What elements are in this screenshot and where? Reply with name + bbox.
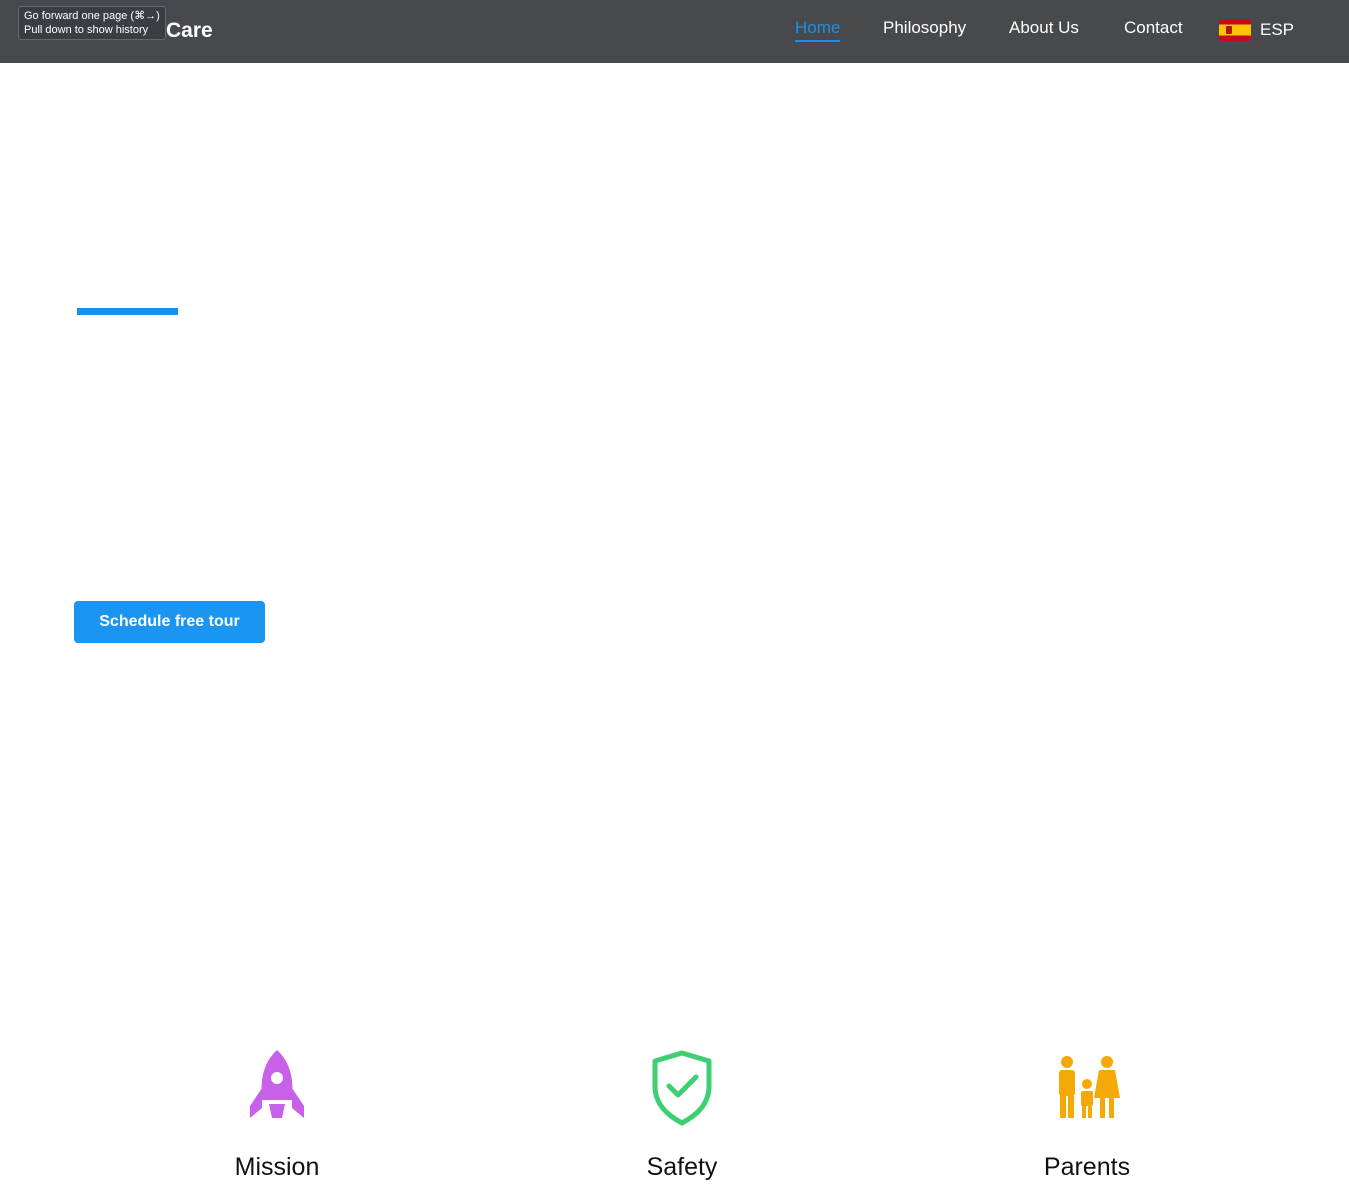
nav-link-contact[interactable]: Contact — [1124, 18, 1183, 38]
hero-title-line1: A Safe Haven for — [74, 317, 601, 393]
history-tooltip-line1: Go forward one page (⌘→) — [24, 10, 160, 22]
history-tooltip: Go forward one page (⌘→) Pull down to sh… — [18, 6, 166, 40]
hero-photo-toy — [680, 590, 980, 870]
language-label: ESP — [1260, 20, 1295, 39]
hero-photo-child-right — [960, 150, 1320, 850]
history-tooltip-line2: Pull down to show history — [24, 24, 149, 36]
rocket-icon — [250, 1050, 304, 1118]
brand-logo[interactable]: Care — [166, 19, 213, 43]
feature-safety: Safety — [572, 1048, 792, 1182]
features-section: Mission Safety Parents — [0, 963, 1349, 1188]
feature-label-safety: Safety — [646, 1153, 718, 1181]
feature-label-mission: Mission — [234, 1153, 320, 1181]
hero-title-line2: Growing Minds — [74, 387, 553, 463]
hero-photo-child-left — [640, 200, 960, 720]
feature-parents: Parents — [977, 1048, 1197, 1182]
hero-section — [0, 0, 1349, 963]
hero-photo-background — [0, 70, 640, 330]
shield-check-icon — [652, 1050, 712, 1126]
title-accent-bar — [77, 308, 178, 315]
spain-flag-icon — [1219, 19, 1251, 41]
feature-label-parents: Parents — [1043, 1153, 1131, 1181]
family-icon — [1059, 1056, 1120, 1118]
hero-photo-rug — [0, 640, 1349, 963]
top-navbar: Care Home Philosophy About Us Contact ES… — [0, 0, 1349, 63]
schedule-tour-button[interactable]: Schedule free tour — [74, 601, 265, 643]
nav-link-about-us[interactable]: About Us — [1009, 18, 1079, 38]
nav-link-home[interactable]: Home — [795, 18, 841, 42]
feature-mission: Mission — [167, 1048, 387, 1182]
nav-link-philosophy[interactable]: Philosophy — [883, 18, 966, 38]
hero-subtitle: Our child-friendly spaces are designed t… — [74, 488, 571, 531]
hero-overlay — [0, 0, 1349, 963]
hero-title: A Safe Haven for Growing Minds — [74, 320, 714, 460]
language-switcher[interactable]: ESP — [1219, 18, 1294, 42]
